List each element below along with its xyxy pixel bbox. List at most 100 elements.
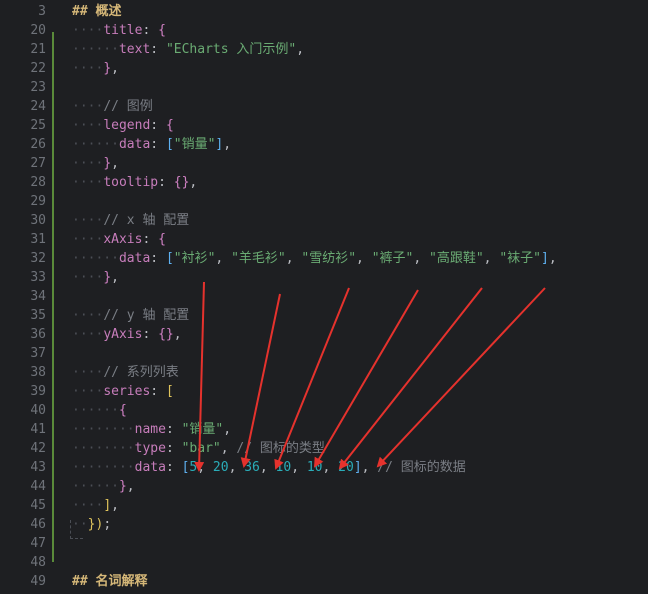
code-token: , <box>197 460 213 475</box>
code-token: ······ <box>72 403 119 418</box>
code-token: ## 概述 <box>72 4 122 19</box>
code-line[interactable]: 43 ········data: [5, 20, 36, 10, 10, 20],… <box>0 458 648 477</box>
code-line[interactable]: 41 ········name: "销量", <box>0 420 648 439</box>
code-text: ······data: ["衬衫", "羊毛衫", "雪纺衫", "裤子", "… <box>72 249 557 268</box>
code-line[interactable]: 39 ····series: [ <box>0 382 648 401</box>
code-text: ····// y 轴 配置 <box>72 306 189 325</box>
code-text: ··}); <box>72 515 111 534</box>
code-token: data <box>118 137 151 152</box>
code-token: xAxis <box>103 232 143 247</box>
code-token: : <box>150 251 166 266</box>
line-number: 22 <box>30 61 46 76</box>
code-line[interactable]: 34 <box>0 287 648 306</box>
code-line[interactable]: 49 ## 名词解释 <box>0 572 648 591</box>
code-token: "袜子" <box>499 251 541 266</box>
code-token: ···· <box>72 498 104 513</box>
line-number: 44 <box>30 479 46 494</box>
code-line[interactable]: 35 ····// y 轴 配置 <box>0 306 648 325</box>
code-line[interactable]: 45 ····], <box>0 496 648 515</box>
code-token: : <box>150 118 166 133</box>
line-number: 24 <box>30 99 46 114</box>
code-line[interactable]: 40 ······{ <box>0 401 648 420</box>
code-text: ····// x 轴 配置 <box>72 211 189 230</box>
code-token: "雪纺衫" <box>301 251 357 266</box>
code-token: , <box>361 460 378 475</box>
code-line[interactable]: 47 <box>0 534 648 553</box>
code-token: ···· <box>72 384 104 399</box>
code-token: // 图标的数据 <box>377 460 466 475</box>
line-number: 28 <box>30 175 46 190</box>
code-line[interactable]: 37 <box>0 344 648 363</box>
code-token: } <box>118 479 127 494</box>
code-token: {} <box>158 327 174 342</box>
code-line[interactable]: 44 ······}, <box>0 477 648 496</box>
code-token: text <box>118 42 151 57</box>
code-token: ···· <box>72 213 104 228</box>
code-text: ······}, <box>72 477 135 496</box>
code-editor[interactable]: 3 ## 概述 20 ····title: {21 ······text: "EChar… <box>0 0 648 594</box>
line-number: 45 <box>30 498 46 513</box>
code-line[interactable]: 31 ····xAxis: { <box>0 230 648 249</box>
code-line[interactable]: 38 ····// 系列列表 <box>0 363 648 382</box>
code-token: : <box>165 422 182 437</box>
code-text: ········data: [5, 20, 36, 10, 10, 20], /… <box>72 458 466 477</box>
code-text: ····legend: { <box>72 116 174 135</box>
code-token: ; <box>103 517 112 532</box>
code-text: ····}, <box>72 59 119 78</box>
code-text: ········name: "销量", <box>72 420 231 439</box>
code-line[interactable]: 27 ····}, <box>0 154 648 173</box>
code-text: ····// 图例 <box>72 97 153 116</box>
code-token: ········ <box>72 441 135 456</box>
code-line[interactable]: 3 ## 概述 <box>0 2 648 21</box>
code-text: ····series: [ <box>72 382 174 401</box>
code-line[interactable]: 30 ····// x 轴 配置 <box>0 211 648 230</box>
code-token: ···· <box>72 270 104 285</box>
code-token: ········ <box>72 422 135 437</box>
code-line[interactable]: 32 ······data: ["衬衫", "羊毛衫", "雪纺衫", "裤子",… <box>0 249 648 268</box>
code-token: : <box>165 441 182 456</box>
code-token: 10 <box>306 460 323 475</box>
code-line[interactable]: 23 <box>0 78 648 97</box>
code-token: , <box>126 479 135 494</box>
code-line[interactable]: 26 ······data: ["销量"], <box>0 135 648 154</box>
code-token: ········ <box>72 460 135 475</box>
code-token: [ <box>165 137 174 152</box>
code-token: : <box>158 175 174 190</box>
code-line[interactable]: 36 ····yAxis: {}, <box>0 325 648 344</box>
code-token: ···· <box>72 232 104 247</box>
code-token: , <box>322 460 339 475</box>
code-token: , <box>111 498 119 513</box>
code-line[interactable]: 33 ····}, <box>0 268 648 287</box>
code-token: }) <box>87 517 104 532</box>
code-token: , <box>111 156 119 171</box>
line-number: 42 <box>30 441 46 456</box>
code-token: : <box>142 23 159 38</box>
code-token: ···· <box>72 327 104 342</box>
code-token: ·· <box>72 517 88 532</box>
code-token: "ECharts 入门示例" <box>165 42 297 57</box>
code-line[interactable]: 46 ··}); <box>0 515 648 534</box>
code-line[interactable]: 24 ····// 图例 <box>0 97 648 116</box>
code-token: ···· <box>72 23 104 38</box>
line-number: 34 <box>30 289 46 304</box>
code-line[interactable]: 48 <box>0 553 648 572</box>
code-text: ······{ <box>72 401 127 420</box>
code-line[interactable]: 29 <box>0 192 648 211</box>
line-number: 46 <box>30 517 46 532</box>
code-token: type <box>134 441 166 456</box>
code-token: title <box>103 23 143 38</box>
code-line[interactable]: 28 ····tooltip: {}, <box>0 173 648 192</box>
code-line[interactable]: 21 ······text: "ECharts 入门示例", <box>0 40 648 59</box>
code-token: , <box>173 327 182 342</box>
code-token: , <box>223 422 232 437</box>
code-line[interactable]: 42 ········type: "bar", // 图标的类型 <box>0 439 648 458</box>
code-token: [ <box>165 384 174 399</box>
code-token: ] <box>353 460 362 475</box>
code-text: ## 概述 <box>72 2 121 21</box>
code-line[interactable]: 22 ····}, <box>0 59 648 78</box>
code-line[interactable]: 20 ····title: { <box>0 21 648 40</box>
code-text: ····// 系列列表 <box>72 363 179 382</box>
line-number: 25 <box>30 118 46 133</box>
line-number: 41 <box>30 422 46 437</box>
code-line[interactable]: 25 ····legend: { <box>0 116 648 135</box>
